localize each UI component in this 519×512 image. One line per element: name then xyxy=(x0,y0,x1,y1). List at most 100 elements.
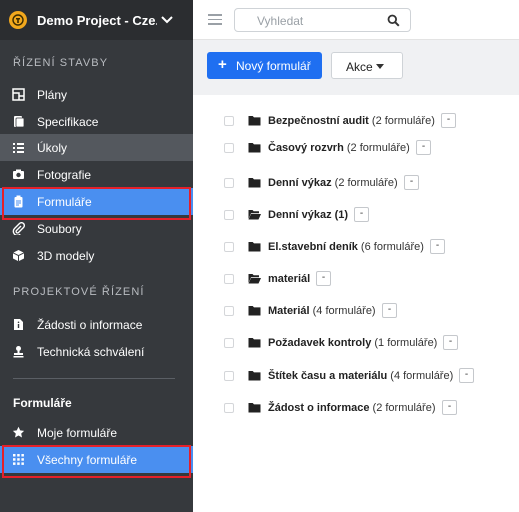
folder-menu-button[interactable]: - xyxy=(459,368,474,383)
nav-label: Technická schválení xyxy=(37,345,145,359)
actions-dropdown-button[interactable]: Akce xyxy=(331,52,403,79)
folder-checkbox[interactable] xyxy=(224,116,234,126)
search-input[interactable]: Vyhledat xyxy=(234,8,411,32)
folder-menu-button[interactable]: - xyxy=(416,140,431,155)
folder-menu-button[interactable]: - xyxy=(442,400,457,415)
paperclip-icon xyxy=(12,222,25,235)
nav-item-tasks[interactable]: Úkoly xyxy=(0,134,193,161)
folder-row[interactable]: materiál - xyxy=(193,270,519,290)
folder-title: Materiál xyxy=(268,305,310,317)
folder-row[interactable]: Bezpečnostní audit (2 formuláře) - xyxy=(193,112,519,132)
nav-label: 3D modely xyxy=(37,249,95,263)
nav-item-forms[interactable]: Formuláře xyxy=(0,187,193,220)
plus-icon: + xyxy=(218,56,227,73)
folder-name[interactable]: Štítek času a materiálu (4 formuláře) xyxy=(268,370,453,382)
folder-row[interactable]: Denní výkaz (2 formuláře) - xyxy=(193,174,519,194)
top-bar: Vyhledat xyxy=(193,0,519,40)
folder-open-icon xyxy=(248,274,261,284)
project-name: Demo Project - Cze... xyxy=(37,13,157,28)
nav-item-3d-models[interactable]: 3D modely xyxy=(0,242,193,269)
folder-title: materiál xyxy=(268,273,311,285)
folder-title: Požadavek kontroly xyxy=(268,337,372,349)
folder-checkbox[interactable] xyxy=(224,306,234,316)
folder-form-count: (6 formuláře) xyxy=(357,241,424,253)
folder-menu-button[interactable]: - xyxy=(354,207,369,222)
folder-menu-button[interactable]: - xyxy=(430,239,445,254)
folder-checkbox[interactable] xyxy=(224,371,234,381)
document-icon xyxy=(12,115,25,128)
folder-name[interactable]: Denní výkaz (2 formuláře) xyxy=(268,177,398,189)
nav-item-all-forms[interactable]: Všechny formuláře xyxy=(0,445,193,478)
search-icon[interactable] xyxy=(387,14,400,27)
folder-name[interactable]: El.stavební deník (6 formuláře) xyxy=(268,241,424,253)
search-placeholder: Vyhledat xyxy=(257,14,304,28)
caret-down-icon xyxy=(376,64,384,69)
folder-icon xyxy=(248,306,261,316)
chevron-down-icon[interactable] xyxy=(160,14,174,26)
info-doc-icon xyxy=(12,318,25,331)
new-form-button[interactable]: + Nový formulář xyxy=(207,52,322,79)
sidebar-divider xyxy=(13,378,175,379)
folder-menu-button[interactable]: - xyxy=(316,271,331,286)
nav-label: Všechny formuláře xyxy=(37,453,138,467)
folder-name[interactable]: Materiál (4 formuláře) xyxy=(268,305,376,317)
nav-label: Soubory xyxy=(37,222,82,236)
folder-form-count: (4 formuláře) xyxy=(387,370,454,382)
list-icon xyxy=(12,141,25,154)
folder-icon xyxy=(248,371,261,381)
nav-item-rfi[interactable]: Žádosti o informace xyxy=(0,311,193,338)
folder-row[interactable]: El.stavební deník (6 formuláře) - xyxy=(193,238,519,258)
hamburger-menu-icon[interactable] xyxy=(208,14,222,25)
folder-checkbox[interactable] xyxy=(224,143,234,153)
folder-name[interactable]: Požadavek kontroly (1 formuláře) xyxy=(268,337,437,349)
folder-icon xyxy=(248,403,261,413)
folder-form-count: (2 formuláře) xyxy=(369,402,436,414)
folder-checkbox[interactable] xyxy=(224,338,234,348)
folder-row[interactable]: Materiál (4 formuláře) - xyxy=(193,302,519,322)
folder-form-count: (2 formuláře) xyxy=(331,177,398,189)
folder-icon xyxy=(248,338,261,348)
nav-item-specifications[interactable]: Specifikace xyxy=(0,108,193,135)
folder-row[interactable]: Časový rozvrh (2 formuláře) - xyxy=(193,139,519,159)
nav-item-plans[interactable]: Plány xyxy=(0,81,193,108)
nav-label: Specifikace xyxy=(37,115,99,129)
actions-label: Akce xyxy=(346,60,373,74)
folder-row[interactable]: Požadavek kontroly (1 formuláře) - xyxy=(193,334,519,354)
nav-item-my-forms[interactable]: Moje formuláře xyxy=(0,419,193,446)
folder-icon xyxy=(248,178,261,188)
blueprint-icon xyxy=(12,88,25,101)
folder-name[interactable]: Bezpečnostní audit (2 formuláře) xyxy=(268,115,435,127)
folder-menu-button[interactable]: - xyxy=(404,175,419,190)
folder-name[interactable]: Denní výkaz (1) xyxy=(268,209,348,221)
nav-item-files[interactable]: Soubory xyxy=(0,215,193,242)
cube-icon xyxy=(12,249,25,262)
forms-heading: Formuláře xyxy=(13,396,72,410)
project-logo-icon xyxy=(9,11,27,29)
folder-form-count: (2 formuláře) xyxy=(343,142,410,154)
folder-menu-button[interactable]: - xyxy=(382,303,397,318)
folder-icon xyxy=(248,116,261,126)
nav-item-photos[interactable]: Fotografie xyxy=(0,161,193,188)
folder-row[interactable]: Štítek času a materiálu (4 formuláře) - xyxy=(193,367,519,387)
folder-open-icon xyxy=(248,210,261,220)
folder-checkbox[interactable] xyxy=(224,274,234,284)
folder-checkbox[interactable] xyxy=(224,403,234,413)
folder-checkbox[interactable] xyxy=(224,242,234,252)
folder-list-panel: Bezpečnostní audit (2 formuláře) - Časový … xyxy=(193,95,519,512)
project-switcher[interactable]: Demo Project - Cze... xyxy=(0,0,193,40)
folder-row[interactable]: Denní výkaz (1) - xyxy=(193,206,519,226)
folder-name[interactable]: Žádost o informace (2 formuláře) xyxy=(268,402,436,414)
folder-menu-button[interactable]: - xyxy=(443,335,458,350)
folder-form-count: (1 formuláře) xyxy=(371,337,438,349)
folder-name[interactable]: Časový rozvrh (2 formuláře) xyxy=(268,142,410,154)
folder-menu-button[interactable]: - xyxy=(441,113,456,128)
folder-row[interactable]: Žádost o informace (2 formuláře) - xyxy=(193,399,519,419)
folder-checkbox[interactable] xyxy=(224,210,234,220)
nav-item-submittals[interactable]: Technická schválení xyxy=(0,338,193,365)
folder-title: Denní výkaz (1) xyxy=(268,209,349,221)
clipboard-icon xyxy=(12,195,25,208)
folder-title: El.stavební deník xyxy=(268,241,358,253)
new-form-label: Nový formulář xyxy=(236,59,311,73)
folder-checkbox[interactable] xyxy=(224,178,234,188)
folder-name[interactable]: materiál xyxy=(268,273,310,285)
